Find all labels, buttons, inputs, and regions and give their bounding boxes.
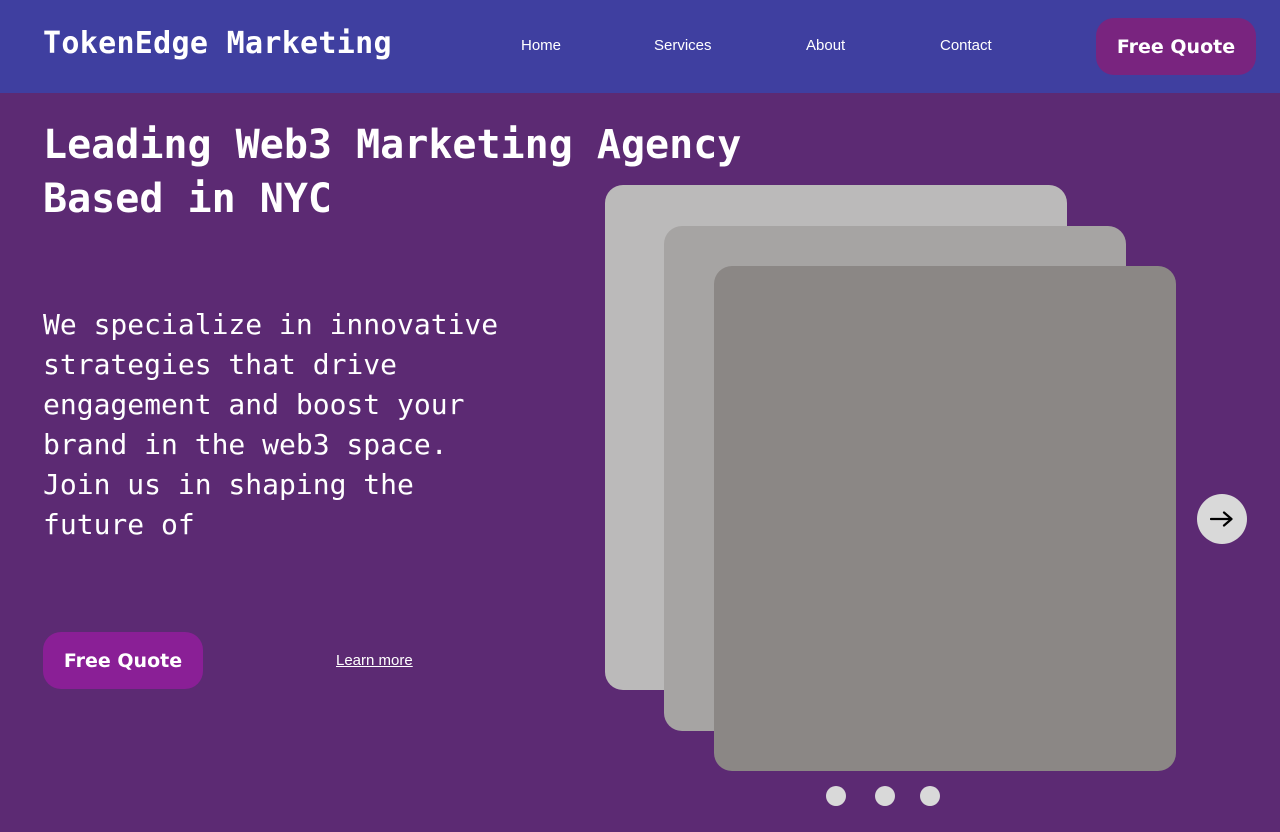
hero-free-quote-button[interactable]: Free Quote [43, 632, 203, 689]
carousel-dot-1[interactable] [826, 786, 846, 806]
arrow-right-icon [1210, 511, 1233, 527]
carousel-dot-2[interactable] [875, 786, 895, 806]
learn-more-link[interactable]: Learn more [336, 652, 413, 669]
hero-description: We specialize in innovative strategies t… [43, 308, 499, 541]
nav-link-contact[interactable]: Contact [940, 37, 992, 54]
carousel-card-front[interactable] [714, 266, 1176, 771]
site-header: TokenEdge Marketing Home Services About … [0, 0, 1280, 93]
nav-link-home[interactable]: Home [521, 37, 561, 54]
carousel-next-button[interactable] [1197, 494, 1247, 544]
header-free-quote-button[interactable]: Free Quote [1096, 18, 1256, 75]
nav-link-services[interactable]: Services [654, 37, 712, 54]
brand-logo[interactable]: TokenEdge Marketing [43, 26, 392, 61]
carousel-dot-3[interactable] [920, 786, 940, 806]
nav-link-about[interactable]: About [806, 37, 845, 54]
